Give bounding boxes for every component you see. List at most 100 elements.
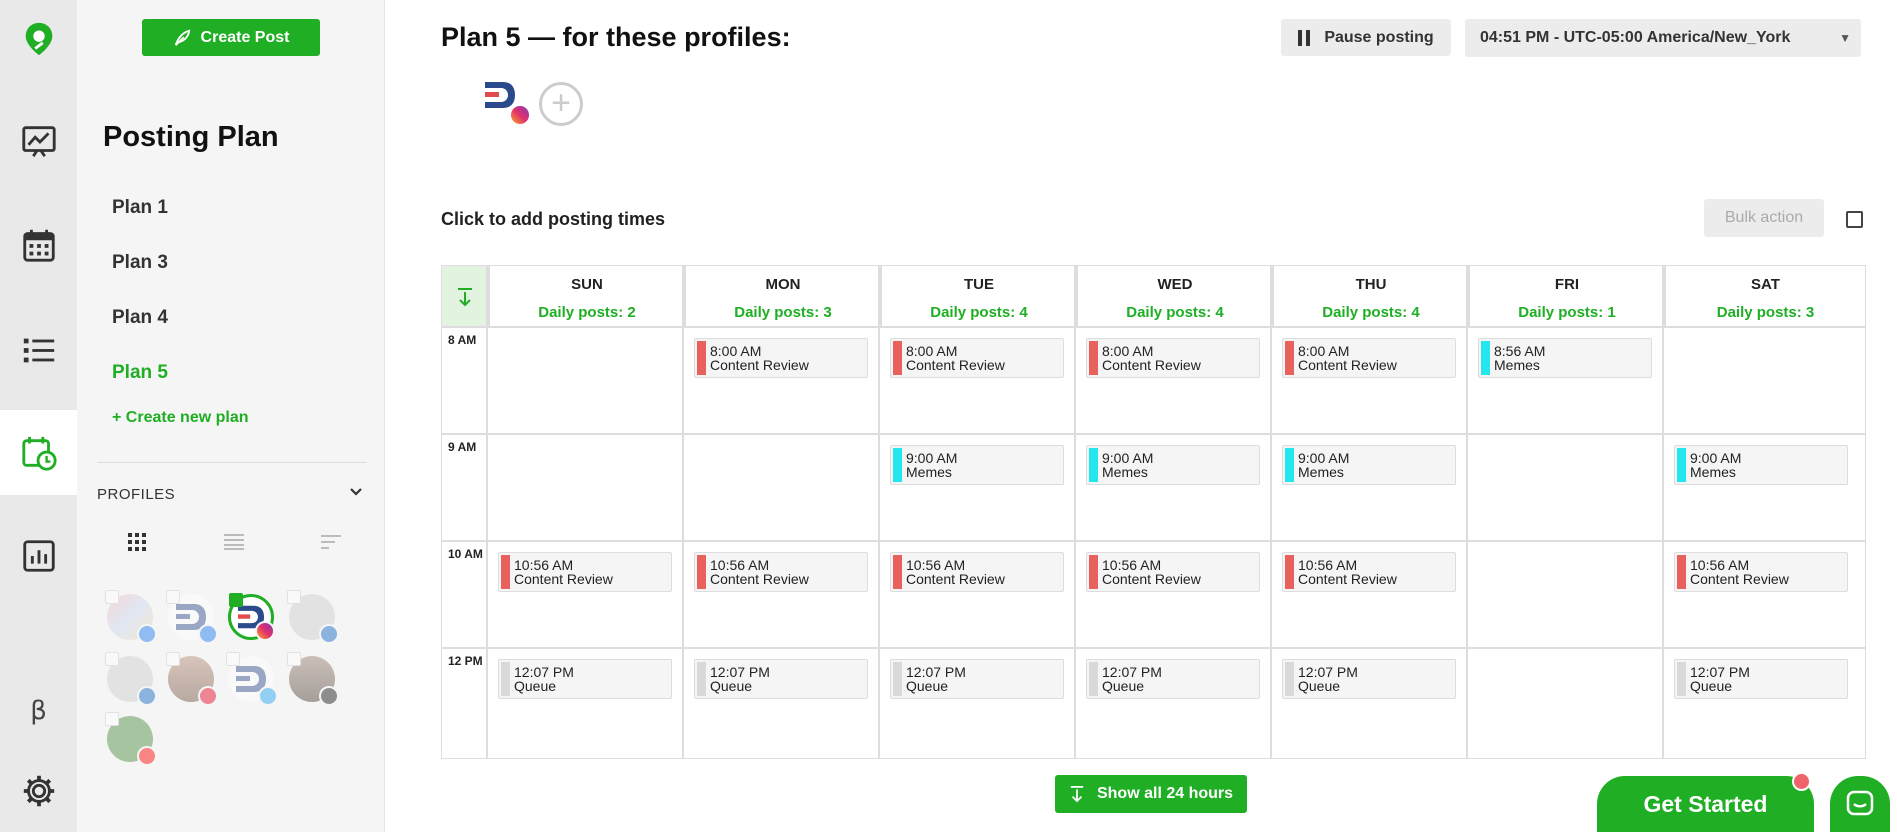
timezone-select[interactable]: 04:51 PM - UTC-05:00 America/New_York ▼	[1465, 19, 1861, 57]
logo-icon[interactable]	[0, 4, 77, 74]
posting-slot[interactable]: 8:00 AM Content Review	[1086, 338, 1260, 378]
calendar-cell[interactable]	[488, 435, 684, 540]
posting-slot[interactable]: 8:56 AM Memes	[1478, 338, 1652, 378]
posting-slot[interactable]: 9:00 AM Memes	[1086, 445, 1260, 485]
select-all-checkbox[interactable]	[1846, 211, 1863, 228]
posting-slot[interactable]: 10:56 AM Content Review	[498, 552, 672, 592]
chevron-down-icon[interactable]	[349, 484, 363, 500]
posting-slot[interactable]: 12:07 PM Queue	[1674, 659, 1848, 699]
profile-avatar-linkedin-2[interactable]	[105, 652, 157, 706]
category-color-bar	[1285, 555, 1294, 589]
profile-avatar-facebook[interactable]	[105, 590, 157, 644]
profile-checkbox[interactable]	[287, 590, 301, 604]
instagram-icon	[509, 104, 531, 126]
profile-checkbox[interactable]	[226, 652, 240, 666]
expand-hours-toggle[interactable]	[442, 266, 488, 327]
plan-item-3[interactable]: Plan 3	[112, 252, 168, 274]
profile-checkbox[interactable]	[105, 590, 119, 604]
profile-avatar-instagram-selected[interactable]	[228, 593, 275, 641]
profile-avatar-youtube[interactable]	[105, 712, 157, 766]
calendar-cell[interactable]	[1468, 649, 1664, 754]
profile-checkbox[interactable]	[105, 652, 119, 666]
slot-category: Content Review	[710, 357, 809, 373]
slot-time: 8:00 AM	[710, 343, 762, 359]
calendar-cell[interactable]	[1468, 542, 1664, 647]
profile-avatar-twitter[interactable]	[226, 652, 278, 706]
slot-category: Queue	[1298, 678, 1341, 694]
posting-slot[interactable]: 9:00 AM Memes	[1282, 445, 1456, 485]
posting-slot[interactable]: 8:00 AM Content Review	[1282, 338, 1456, 378]
beta-icon[interactable]: β	[0, 676, 77, 746]
profile-checkbox[interactable]	[166, 590, 180, 604]
posting-slot[interactable]: 12:07 PM Queue	[694, 659, 868, 699]
selected-profile-avatar[interactable]	[481, 78, 531, 126]
slot-time: 12:07 PM	[1298, 664, 1358, 680]
profile-avatar-tiktok[interactable]	[287, 652, 339, 706]
day-name: SUN	[571, 276, 603, 293]
hour-label: 10 AM	[448, 547, 483, 561]
posting-slot[interactable]: 8:00 AM Content Review	[890, 338, 1064, 378]
sort-icon[interactable]	[319, 532, 343, 552]
calendar-cell[interactable]	[1664, 328, 1860, 433]
posting-slot[interactable]: 12:07 PM Queue	[498, 659, 672, 699]
bulk-action-button[interactable]: Bulk action	[1704, 199, 1824, 237]
plan-item-5[interactable]: Plan 5	[112, 362, 168, 384]
daily-posts-count: Daily posts: 1	[1518, 304, 1616, 321]
profiles-label: PROFILES	[97, 486, 176, 503]
plan-item-4[interactable]: Plan 4	[112, 307, 168, 329]
show-all-hours-button[interactable]: Show all 24 hours	[1055, 775, 1247, 813]
profile-avatar-facebook-2[interactable]	[166, 590, 218, 644]
posting-slot[interactable]: 10:56 AM Content Review	[1086, 552, 1260, 592]
create-new-plan-link[interactable]: + Create new plan	[112, 409, 249, 427]
posting-plan-icon[interactable]	[0, 410, 77, 495]
profile-avatar-linkedin[interactable]	[287, 590, 339, 644]
twitter-icon	[258, 686, 278, 706]
posting-slot[interactable]: 10:56 AM Content Review	[1674, 552, 1848, 592]
profile-checkbox[interactable]	[105, 712, 119, 726]
sidebar-title: Posting Plan	[103, 121, 279, 153]
posting-slot[interactable]: 12:07 PM Queue	[1282, 659, 1456, 699]
daily-posts-count: Daily posts: 4	[1322, 304, 1420, 321]
profile-checkbox[interactable]	[287, 652, 301, 666]
hour-label: 8 AM	[448, 333, 477, 347]
slot-time: 12:07 PM	[514, 664, 574, 680]
get-started-button[interactable]: Get Started	[1597, 776, 1814, 832]
create-post-button[interactable]: Create Post	[142, 19, 320, 56]
posting-slot[interactable]: 12:07 PM Queue	[890, 659, 1064, 699]
slot-time: 12:07 PM	[1690, 664, 1750, 680]
analytics-chart-icon[interactable]	[0, 106, 77, 176]
profile-checkbox[interactable]	[166, 652, 180, 666]
slot-category: Content Review	[1102, 357, 1201, 373]
posting-slot[interactable]: 10:56 AM Content Review	[1282, 552, 1456, 592]
pause-posting-button[interactable]: Pause posting	[1281, 19, 1451, 56]
daily-posts-count: Daily posts: 3	[734, 304, 832, 321]
posting-slot[interactable]: 12:07 PM Queue	[1086, 659, 1260, 699]
calendar-icon[interactable]	[0, 210, 77, 280]
calendar-cell[interactable]	[684, 435, 880, 540]
chat-icon[interactable]	[1830, 776, 1890, 832]
posting-slot[interactable]: 10:56 AM Content Review	[890, 552, 1064, 592]
arrow-down-to-line-icon	[458, 287, 472, 306]
posting-slot[interactable]: 8:00 AM Content Review	[694, 338, 868, 378]
list-icon[interactable]	[0, 315, 77, 385]
slot-time: 8:00 AM	[906, 343, 958, 359]
add-times-hint: Click to add posting times	[441, 209, 666, 229]
profile-checkbox-checked[interactable]	[229, 593, 243, 607]
add-profile-button[interactable]: +	[539, 82, 583, 126]
calendar-cell[interactable]	[1468, 435, 1664, 540]
posting-slot[interactable]: 9:00 AM Memes	[1674, 445, 1848, 485]
show-all-hours-label: Show all 24 hours	[1096, 785, 1234, 802]
calendar-cell[interactable]	[488, 328, 684, 433]
slot-category: Content Review	[1690, 571, 1789, 587]
grid-view-icon[interactable]	[125, 532, 149, 552]
profile-avatar-pinterest[interactable]	[166, 652, 218, 706]
settings-gear-icon[interactable]	[0, 756, 77, 826]
category-color-bar	[893, 555, 902, 589]
list-view-icon[interactable]	[222, 532, 246, 552]
posting-slot[interactable]: 10:56 AM Content Review	[694, 552, 868, 592]
plan-item-1[interactable]: Plan 1	[112, 197, 168, 219]
category-color-bar	[697, 555, 706, 589]
posting-slot[interactable]: 9:00 AM Memes	[890, 445, 1064, 485]
reports-icon[interactable]	[0, 521, 77, 591]
slot-time: 10:56 AM	[514, 557, 574, 573]
